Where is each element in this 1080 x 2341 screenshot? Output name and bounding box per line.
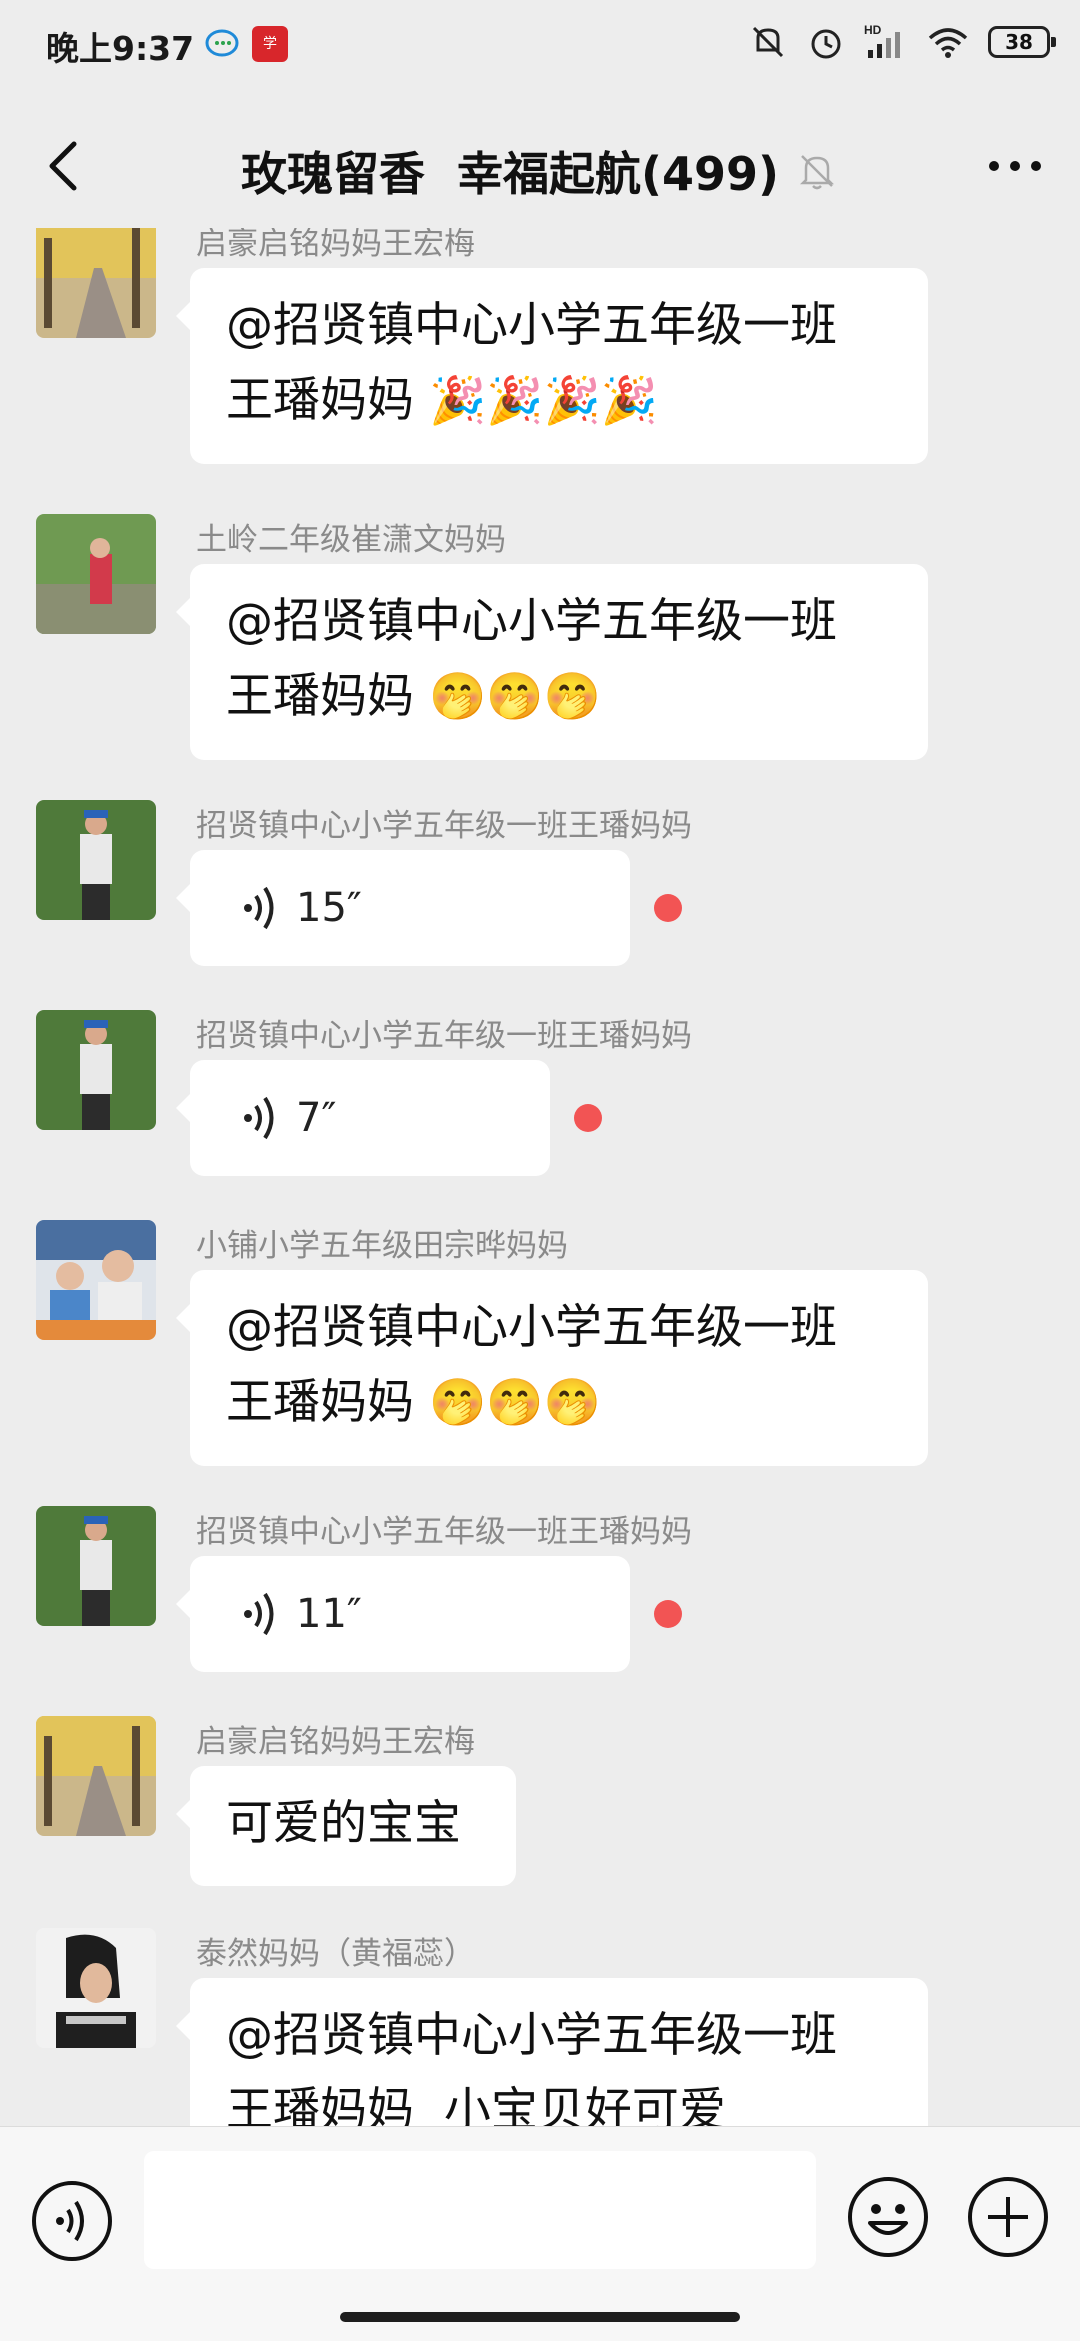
message-text: 可爱的宝宝: [226, 1796, 461, 1851]
sender-name: 启豪启铭妈妈王宏梅: [196, 228, 475, 262]
study-app-icon: 学: [252, 26, 288, 62]
voice-input-icon[interactable]: [30, 2179, 114, 2263]
avatar[interactable]: [36, 1010, 156, 1130]
voice-message-bubble[interactable]: 7″: [176, 1060, 550, 1176]
voice-duration: 15″: [296, 885, 362, 931]
message-bubble[interactable]: @招贤镇中心小学五年级一班 王璠妈妈 🤭🤭🤭: [176, 1270, 928, 1466]
unread-dot: [654, 894, 682, 922]
status-time: 晚上9:37: [46, 29, 195, 68]
voice-duration: 7″: [296, 1095, 337, 1141]
page-title: 玫瑰留香 幸福起航(499): [0, 138, 1080, 204]
wifi-icon: [928, 28, 968, 58]
message-text: 王璠妈妈: [226, 1375, 414, 1430]
voice-message-bubble[interactable]: 11″: [176, 1556, 630, 1672]
sender-name: 启豪启铭妈妈王宏梅: [196, 1724, 475, 1760]
battery-icon: 38: [988, 26, 1056, 58]
message-text: @招贤镇中心小学五年级一班: [226, 2008, 837, 2063]
sender-name: 招贤镇中心小学五年级一班王璠妈妈: [196, 1018, 692, 1054]
message-text: @招贤镇中心小学五年级一班: [226, 594, 837, 649]
voice-wave-icon: [244, 1592, 274, 1636]
sender-name: 招贤镇中心小学五年级一班王璠妈妈: [196, 1514, 692, 1550]
bell-off-icon: [800, 155, 835, 190]
home-indicator[interactable]: [340, 2312, 740, 2322]
voice-duration: 11″: [296, 1591, 362, 1637]
message-text: @招贤镇中心小学五年级一班: [226, 1300, 837, 1355]
status-icons: HD 38: [748, 22, 1056, 62]
more-dots-icon[interactable]: [980, 138, 1050, 194]
message-bubble[interactable]: @招贤镇中心小学五年级一班 王璠妈妈 🎉🎉🎉🎉: [176, 268, 928, 464]
message-list[interactable]: 启豪启铭妈妈王宏梅 @招贤镇中心小学五年级一班 王璠妈妈 🎉🎉🎉🎉 土岭二年级崔…: [0, 228, 1080, 2126]
avatar[interactable]: [36, 1716, 156, 1836]
input-bar: [0, 2126, 1080, 2341]
sender-name: 招贤镇中心小学五年级一班王璠妈妈: [196, 808, 692, 844]
group-title: 玫瑰留香 幸福起航(499): [240, 147, 780, 201]
message-bubble[interactable]: 可爱的宝宝: [176, 1766, 516, 1886]
emoji-icon[interactable]: [846, 2175, 930, 2259]
shy-face-emoji: 🤭🤭🤭: [428, 669, 601, 723]
sender-name: 土岭二年级崔潇文妈妈: [196, 522, 506, 558]
message-text: 王璠妈妈 小宝贝好可爱: [226, 2083, 726, 2126]
hd-signal-icon: HD: [864, 23, 900, 58]
shy-face-emoji: 🤭🤭🤭: [428, 1375, 601, 1429]
avatar[interactable]: [36, 228, 156, 338]
unread-dot: [654, 1600, 682, 1628]
avatar[interactable]: [36, 1506, 156, 1626]
message-bubble[interactable]: @招贤镇中心小学五年级一班 王璠妈妈 🤭🤭🤭: [176, 564, 928, 760]
mute-icon: [752, 26, 784, 58]
avatar[interactable]: [36, 514, 156, 634]
unread-dot: [574, 1104, 602, 1132]
voice-wave-icon: [244, 886, 274, 930]
message-bubble[interactable]: @招贤镇中心小学五年级一班 王璠妈妈 小宝贝好可爱: [176, 1978, 928, 2126]
message-text: @招贤镇中心小学五年级一班: [226, 298, 837, 353]
plus-icon[interactable]: [966, 2175, 1050, 2259]
chat-header: 玫瑰留香 幸福起航(499): [0, 110, 1080, 226]
avatar[interactable]: [36, 1928, 156, 2048]
message-text: 王璠妈妈: [226, 373, 414, 428]
voice-wave-icon: [244, 1096, 274, 1140]
alarm-icon: [811, 29, 841, 59]
status-bar: 晚上9:37 学 HD 38: [0, 0, 1080, 96]
chat-app-icon: [205, 29, 239, 57]
svg-text:HD: HD: [864, 23, 882, 37]
voice-message-bubble[interactable]: 15″: [176, 850, 630, 966]
avatar[interactable]: [36, 1220, 156, 1340]
sender-name: 小铺小学五年级田宗晔妈妈: [196, 1228, 568, 1264]
message-input[interactable]: [144, 2151, 816, 2269]
message-text: 王璠妈妈: [226, 669, 414, 724]
party-popper-emoji: 🎉🎉🎉🎉: [428, 373, 659, 427]
avatar[interactable]: [36, 800, 156, 920]
sender-name: 泰然妈妈（黄福蕊）: [196, 1936, 475, 1972]
